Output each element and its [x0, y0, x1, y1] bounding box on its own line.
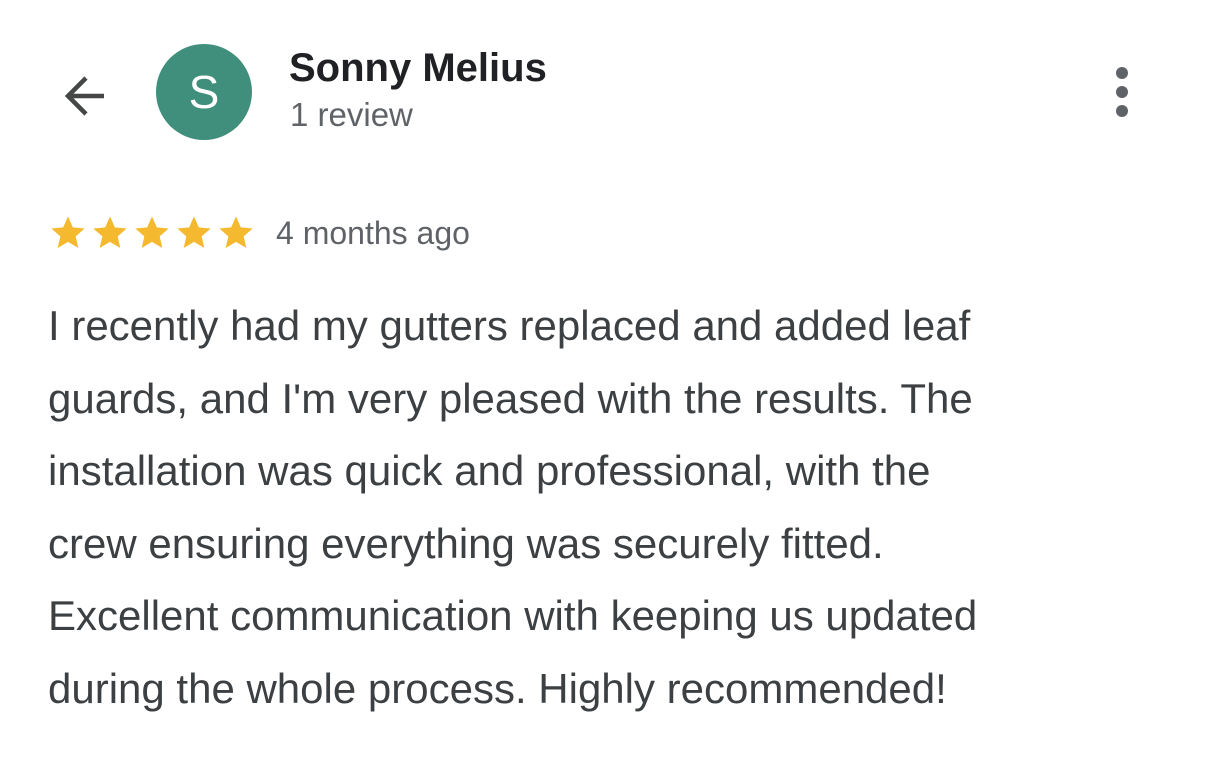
more-options-button[interactable]	[1092, 58, 1152, 126]
star-filled-icon	[51, 216, 85, 248]
back-button[interactable]	[48, 60, 120, 132]
reviewer-name[interactable]: Sonny Melius	[289, 44, 547, 92]
star-rating	[48, 213, 258, 253]
avatar[interactable]: S	[156, 44, 252, 140]
review-text: I recently had my gutters replaced and a…	[48, 302, 978, 712]
star-filled-icon	[93, 216, 127, 248]
avatar-initial: S	[188, 66, 220, 118]
more-vert-icon	[1116, 67, 1128, 117]
rating-row: 4 months ago	[48, 210, 470, 256]
review-page: S Sonny Melius 1 review 4 months ago I r…	[0, 0, 1206, 776]
review-count: 1 review	[290, 96, 413, 133]
arrow-left-icon	[64, 76, 104, 116]
star-filled-icon	[135, 216, 169, 248]
review-timestamp: 4 months ago	[276, 215, 470, 251]
star-filled-icon	[177, 216, 211, 248]
star-filled-icon	[219, 216, 253, 248]
